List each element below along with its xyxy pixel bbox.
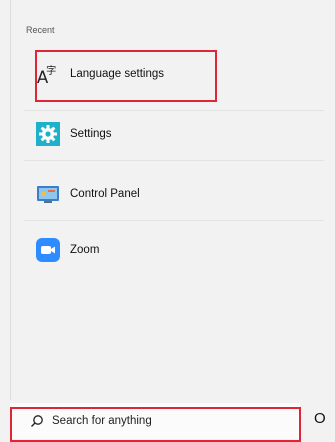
zoom-icon (36, 238, 60, 262)
gear-icon (36, 122, 60, 146)
recent-section-title: Recent (26, 25, 55, 35)
recent-item-label: Zoom (70, 244, 100, 256)
list-divider (24, 110, 324, 111)
recent-item-zoom[interactable]: Zoom (24, 228, 324, 272)
search-highlight-box (10, 407, 301, 442)
list-divider (24, 220, 324, 221)
recent-item-control-panel[interactable]: Control Panel (24, 172, 324, 216)
language-settings-highlight-box (35, 50, 217, 102)
recent-item-label: Control Panel (70, 188, 140, 200)
panel-left-border (10, 0, 11, 400)
control-panel-icon (36, 182, 60, 206)
start-search-panel: Recent A 字 Language settings Settings Co… (0, 0, 335, 442)
list-divider (24, 160, 324, 161)
recent-item-label: Settings (70, 128, 112, 140)
cortana-icon[interactable]: O (314, 410, 326, 427)
recent-item-settings[interactable]: Settings (24, 112, 324, 156)
